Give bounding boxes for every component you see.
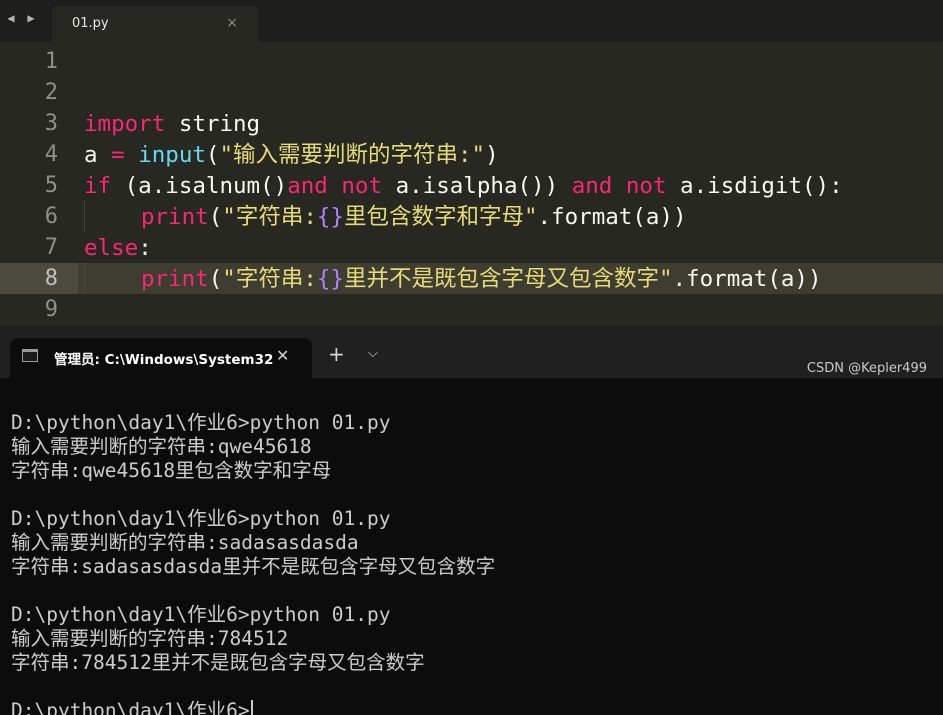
line-number: 2 — [44, 80, 58, 105]
line-number: 5 — [44, 173, 58, 198]
text-cursor — [250, 700, 253, 715]
terminal-line: 字符串:qwe45618里包含数字和字母 — [11, 459, 332, 482]
code-token: .format(a)) — [537, 204, 687, 230]
editor-tab-bar: ◀ ▶ 01.py × — [0, 0, 943, 42]
terminal-tab-title: 管理员: C:\Windows\System32 — [54, 352, 274, 368]
code-token: string — [165, 111, 261, 137]
line-number: 8 — [44, 266, 58, 291]
placeholder-token: {} — [316, 204, 344, 230]
code-text: else: — [84, 234, 152, 262]
terminal-line: 字符串:784512里并不是既包含字母又包含数字 — [11, 651, 425, 674]
terminal-line: 字符串:sadasasdasda里并不是既包含字母又包含数字 — [11, 555, 496, 578]
code-token: : — [138, 235, 152, 261]
keyword-token: not — [341, 173, 383, 199]
keyword-token: import — [84, 111, 166, 137]
string-token: "字符串: — [222, 266, 317, 292]
terminal-prompt: D:\python\day1\作业6> — [11, 699, 250, 715]
keyword-token: if — [84, 173, 112, 199]
code-line: 6 print("字符串:{}里包含数字和字母".format(a)) — [0, 201, 943, 232]
line-number: 4 — [44, 142, 58, 167]
code-line: 1 — [0, 46, 943, 77]
keyword-token: and — [571, 173, 613, 199]
operator-token: = — [111, 142, 125, 168]
chevron-down-icon[interactable]: ⌵ — [368, 346, 378, 361]
keyword-token: and — [287, 173, 328, 199]
code-text: print("字符串:{}里包含数字和字母".format(a)) — [141, 203, 687, 231]
code-text: a = input("输入需要判断的字符串:") — [84, 141, 499, 169]
code-line: 5 if (a.isalnum()and not a.isalpha()) an… — [0, 170, 943, 201]
indent-guide — [84, 201, 85, 232]
code-token: ( — [205, 142, 220, 168]
terminal-prompt-line: D:\python\day1\作业6> — [11, 699, 253, 715]
code-token: a — [84, 142, 112, 168]
code-text: if (a.isalnum()and not a.isalpha()) and … — [84, 172, 843, 200]
string-token: "字符串: — [222, 204, 317, 230]
function-token: input — [138, 142, 206, 168]
code-line-current: 8 print("字符串:{}里并不是既包含字母又包含数字".format(a)… — [0, 263, 943, 294]
line-number: 1 — [44, 49, 58, 74]
code-line: 4 a = input("输入需要判断的字符串:") — [0, 139, 943, 170]
string-token: "输入需要判断的字符串:" — [219, 142, 486, 168]
code-line: 3 import string — [0, 108, 943, 139]
string-token: 里包含数字和字母" — [343, 204, 538, 230]
terminal-line: D:\python\day1\作业6>python 01.py — [11, 603, 391, 626]
code-area[interactable]: 1 2 3 import string 4 a = input("输入需要判断的… — [0, 46, 943, 326]
code-token: a.isalpha()) — [382, 173, 572, 199]
terminal-output[interactable]: D:\python\day1\作业6>python 01.py 输入需要判断的字… — [0, 378, 943, 715]
close-icon[interactable]: ✕ — [276, 346, 289, 365]
code-token: ( — [208, 266, 223, 292]
terminal-line: D:\python\day1\作业6>python 01.py — [11, 507, 391, 530]
line-number: 7 — [44, 235, 58, 260]
terminal-line: 输入需要判断的字符串:784512 — [11, 627, 289, 650]
function-token: print — [141, 266, 209, 292]
code-text: import string — [84, 110, 260, 138]
code-token: (a.isalnum() — [111, 173, 288, 199]
code-token: ( — [208, 204, 223, 230]
watermark: CSDN @Kepler499 — [806, 361, 927, 376]
terminal-icon — [22, 349, 38, 362]
terminal-tab[interactable]: 管理员: C:\Windows\System32 ✕ — [10, 338, 312, 378]
line-number: 9 — [44, 297, 58, 322]
terminal-tab-bar: 管理员: C:\Windows\System32 ✕ + ⌵ — [0, 326, 943, 378]
line-number: 3 — [44, 111, 58, 136]
code-line: 9 — [0, 294, 943, 325]
placeholder-token: {} — [316, 266, 344, 292]
terminal-line: D:\python\day1\作业6>python 01.py — [11, 411, 391, 434]
line-number: 6 — [44, 204, 58, 229]
code-line: 2 — [0, 77, 943, 108]
indent-guide — [84, 263, 85, 294]
code-line: 7 else: — [0, 232, 943, 263]
terminal-line: 输入需要判断的字符串:qwe45618 — [11, 435, 312, 458]
back-arrow-icon[interactable]: ◀ — [4, 10, 18, 26]
keyword-token: not — [625, 173, 667, 199]
tab-label: 01.py — [72, 16, 109, 31]
string-token: 里并不是既包含字母又包含数字" — [343, 266, 673, 292]
keyword-token: else — [84, 235, 139, 261]
function-token: print — [141, 204, 209, 230]
tab-01-py[interactable]: 01.py × — [52, 6, 258, 42]
tab-close-icon[interactable]: × — [226, 15, 238, 31]
code-token: ) — [485, 142, 499, 168]
code-editor: ◀ ▶ 01.py × 1 2 3 import string 4 a = in… — [0, 0, 943, 326]
terminal-window: 管理员: C:\Windows\System32 ✕ + ⌵ D:\python… — [0, 326, 943, 715]
forward-arrow-icon[interactable]: ▶ — [24, 10, 38, 26]
terminal-line: 输入需要判断的字符串:sadasasdasda — [11, 531, 359, 554]
code-text: print("字符串:{}里并不是既包含字母又包含数字".format(a)) — [141, 265, 822, 293]
code-token: .format(a)) — [672, 266, 822, 292]
code-token: a.isdigit(): — [666, 173, 843, 199]
new-tab-button[interactable]: + — [328, 344, 345, 364]
